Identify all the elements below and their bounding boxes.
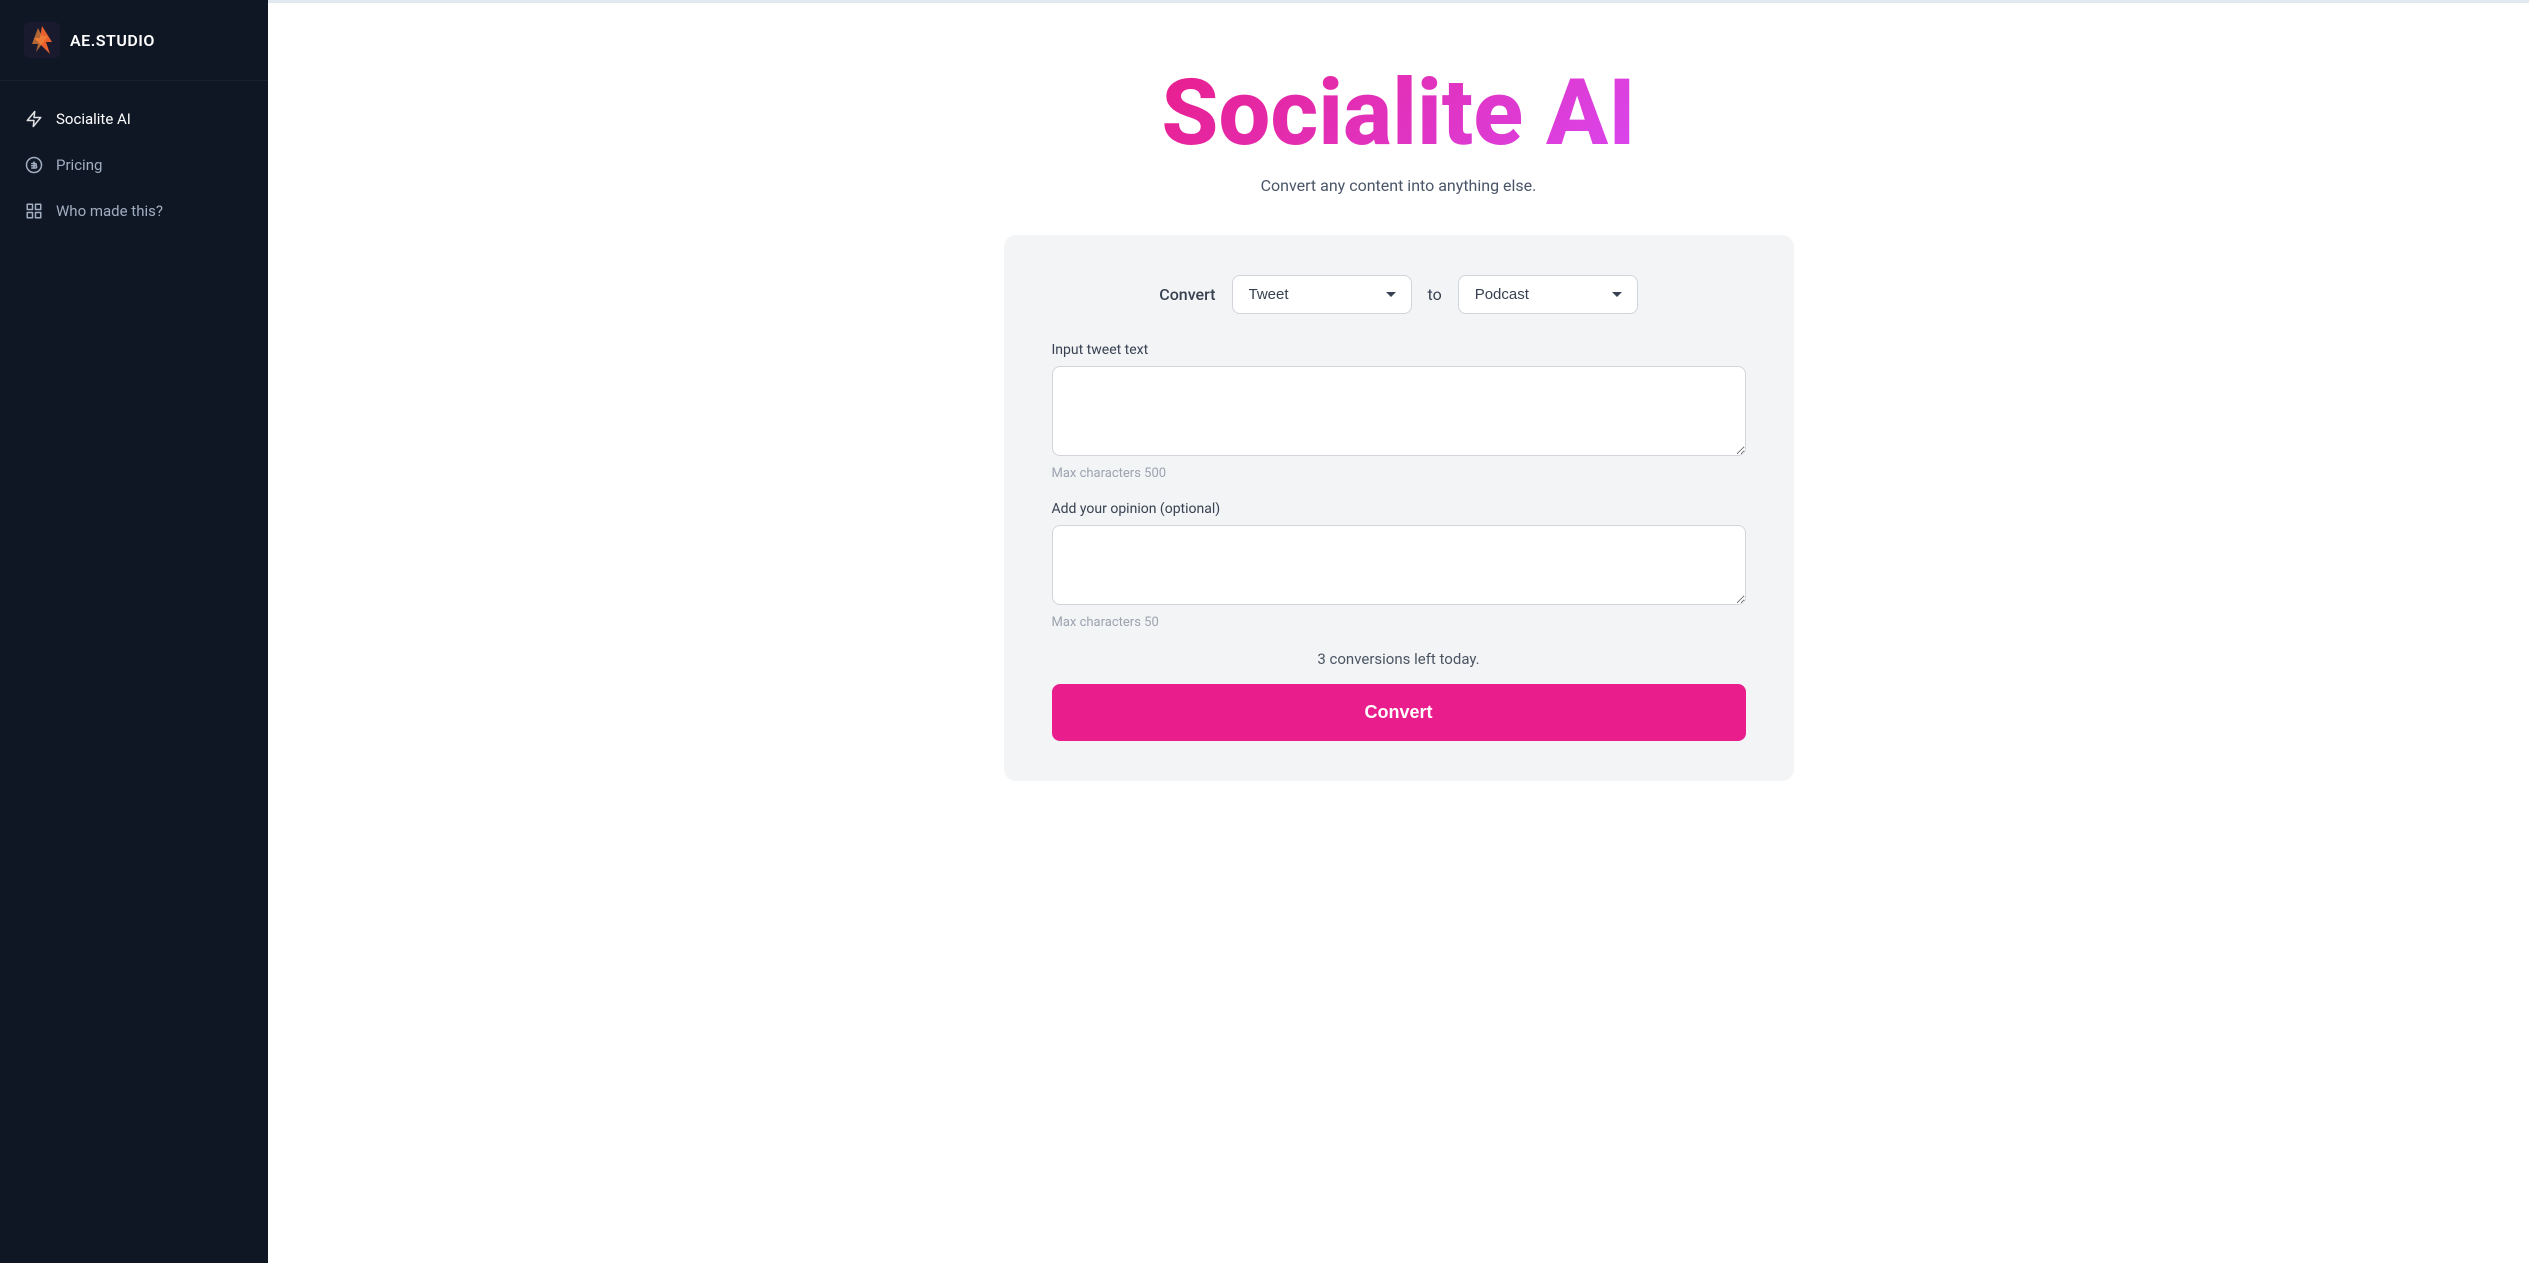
sidebar-item-label-socialite-ai: Socialite AI: [56, 110, 131, 128]
brand-name: AE.STUDIO: [70, 31, 155, 50]
convert-row: Convert Tweet Blog Post YouTube Video Ne…: [1052, 275, 1746, 314]
lightning-icon: [24, 109, 44, 129]
tweet-textarea[interactable]: [1052, 366, 1746, 456]
to-label: to: [1428, 285, 1442, 304]
main-content: Socialite AI Convert any content into an…: [268, 0, 2529, 1263]
form-card: Convert Tweet Blog Post YouTube Video Ne…: [1004, 235, 1794, 781]
sidebar-item-label-pricing: Pricing: [56, 156, 102, 174]
page-title: Socialite AI: [1161, 63, 1635, 164]
to-select[interactable]: Podcast Blog Post Tweet Newsletter: [1458, 275, 1638, 314]
sidebar: AE.STUDIO Socialite AI Pricing: [0, 0, 268, 1263]
convert-label: Convert: [1159, 285, 1215, 304]
sidebar-item-label-who-made-this: Who made this?: [56, 202, 163, 220]
sidebar-item-who-made-this[interactable]: Who made this?: [0, 189, 268, 233]
opinion-textarea[interactable]: [1052, 525, 1746, 605]
opinion-char-limit: Max characters 50: [1052, 615, 1746, 630]
content-area: Socialite AI Convert any content into an…: [268, 3, 2529, 1263]
sidebar-item-socialite-ai[interactable]: Socialite AI: [0, 97, 268, 141]
from-select[interactable]: Tweet Blog Post YouTube Video Newsletter: [1232, 275, 1412, 314]
sidebar-logo: AE.STUDIO: [0, 0, 268, 81]
convert-button[interactable]: Convert: [1052, 684, 1746, 741]
opinion-input-group: Add your opinion (optional) Max characte…: [1052, 501, 1746, 630]
tweet-char-limit: Max characters 500: [1052, 466, 1746, 481]
tweet-input-label: Input tweet text: [1052, 342, 1746, 358]
tweet-input-group: Input tweet text Max characters 500: [1052, 342, 1746, 481]
conversions-left: 3 conversions left today.: [1052, 650, 1746, 668]
sidebar-nav: Socialite AI Pricing: [0, 81, 268, 249]
opinion-input-label: Add your opinion (optional): [1052, 501, 1746, 517]
grid-icon: [24, 201, 44, 221]
sidebar-item-pricing[interactable]: Pricing: [0, 143, 268, 187]
ae-studio-logo-icon: [24, 22, 60, 58]
dollar-circle-icon: [24, 155, 44, 175]
page-subtitle: Convert any content into anything else.: [1261, 176, 1537, 195]
